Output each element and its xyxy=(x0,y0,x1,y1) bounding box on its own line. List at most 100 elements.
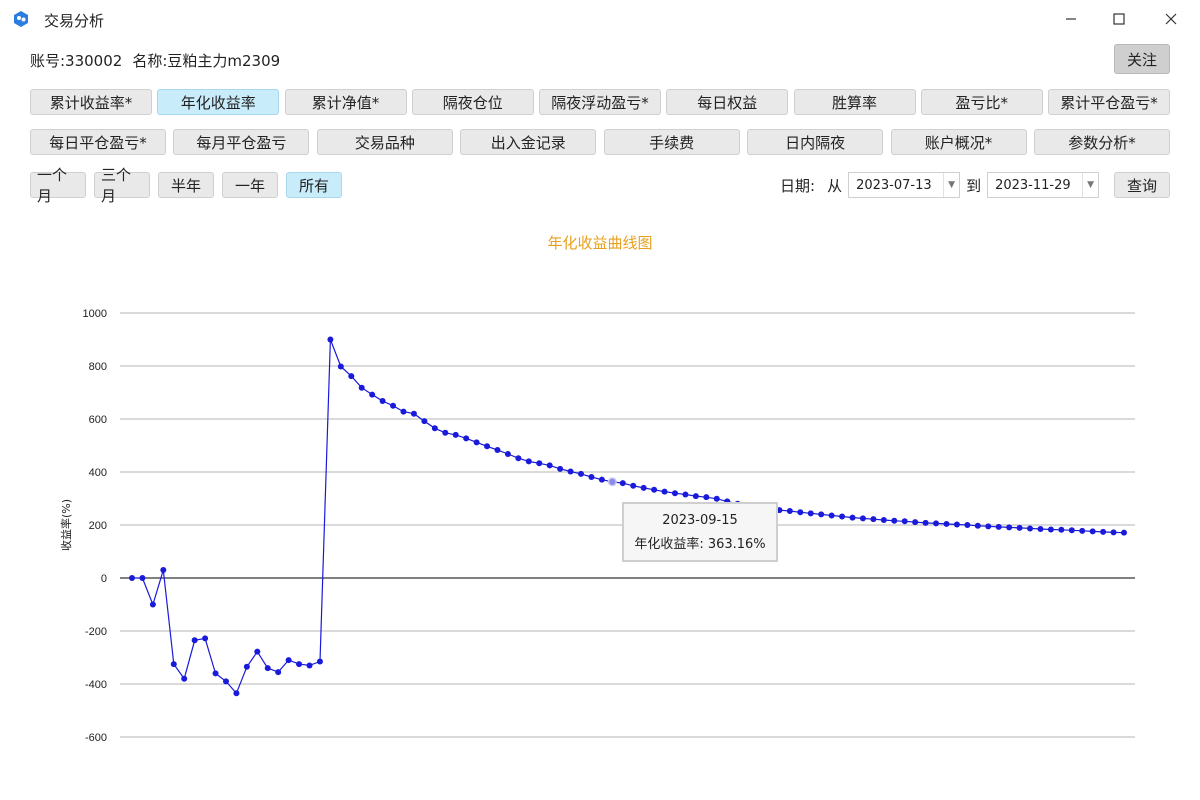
tab-trading-instruments[interactable]: 交易品种 xyxy=(316,129,453,155)
account-name: 名称:豆粕主力m2309 xyxy=(132,52,281,70)
data-point xyxy=(828,512,835,519)
chevron-down-icon[interactable]: ▼ xyxy=(1082,173,1098,197)
to-label: 到 xyxy=(966,176,982,195)
data-point xyxy=(222,678,229,685)
y-tick-label: -400 xyxy=(85,679,107,691)
data-point xyxy=(233,690,240,697)
tab-daily-closed-pnl[interactable]: 每日平仓盈亏* xyxy=(30,129,166,155)
data-point xyxy=(181,675,188,682)
y-tick-label: 1000 xyxy=(83,308,107,320)
range-three-months[interactable]: 三个月 xyxy=(94,166,150,205)
close-button[interactable] xyxy=(1146,0,1196,38)
data-point xyxy=(316,658,323,665)
y-tick-label: 400 xyxy=(89,467,107,479)
tab-monthly-closed-pnl[interactable]: 每月平仓盈亏 xyxy=(173,129,310,155)
data-point xyxy=(682,491,689,498)
range-all[interactable]: 所有 xyxy=(286,172,342,198)
data-point xyxy=(870,516,877,523)
data-point xyxy=(859,515,866,522)
data-point xyxy=(943,520,950,527)
data-point xyxy=(1037,525,1044,532)
data-point xyxy=(129,575,135,581)
tab-overnight-floating-pnl[interactable]: 隔夜浮动盈亏* xyxy=(539,89,661,115)
range-half-year[interactable]: 半年 xyxy=(158,172,214,198)
data-point xyxy=(306,662,313,669)
y-tick-label: -200 xyxy=(85,626,107,638)
data-point xyxy=(912,519,919,526)
tab-commission[interactable]: 手续费 xyxy=(603,129,740,155)
data-point xyxy=(264,665,271,672)
chart-tooltip: 2023-09-15 年化收益率: 363.16% xyxy=(622,502,778,562)
data-point xyxy=(818,511,825,518)
tab-cumulative-nav[interactable]: 累计净值* xyxy=(284,89,407,115)
data-point xyxy=(170,661,177,668)
tab-annualized-return[interactable]: 年化收益率 xyxy=(157,89,280,115)
data-point xyxy=(880,516,887,523)
data-point xyxy=(640,484,647,491)
tab-account-overview[interactable]: 账户概况* xyxy=(890,129,1027,155)
data-point xyxy=(358,384,365,391)
data-point xyxy=(713,495,720,502)
data-point xyxy=(995,523,1002,530)
chart-title: 年化收益曲线图 xyxy=(547,234,653,252)
data-point xyxy=(607,477,617,487)
data-point xyxy=(431,425,438,432)
close-icon xyxy=(1165,13,1177,25)
data-point xyxy=(671,490,678,497)
tab-deposit-withdrawal[interactable]: 出入金记录 xyxy=(460,129,597,155)
data-point xyxy=(901,518,908,525)
data-point xyxy=(598,476,605,483)
from-date-picker[interactable]: 2023-07-13 ▼ xyxy=(848,172,961,198)
data-point xyxy=(191,637,198,644)
data-point xyxy=(1110,529,1117,536)
chevron-down-icon[interactable]: ▼ xyxy=(943,173,959,197)
tab-daily-equity[interactable]: 每日权益 xyxy=(666,89,789,115)
data-point xyxy=(1047,526,1054,533)
app-logo-icon xyxy=(14,11,28,27)
data-point xyxy=(964,522,971,528)
range-one-year[interactable]: 一年 xyxy=(222,172,278,198)
title-bar: 交易分析 xyxy=(0,0,1200,38)
tab-cumulative-closed-pnl[interactable]: 累计平仓盈亏* xyxy=(1048,89,1170,115)
data-point xyxy=(630,482,637,489)
annualized-return-chart: 1000 800 600 400 200 0 -200 -400 -600 收益率(%) xyxy=(59,308,1135,744)
date-label: 日期: xyxy=(780,176,816,195)
data-point xyxy=(463,435,470,442)
y-tick-label: 600 xyxy=(89,414,107,426)
tab-intraday-overnight[interactable]: 日内隔夜 xyxy=(747,129,884,155)
minimize-button[interactable] xyxy=(1046,0,1096,38)
data-point xyxy=(786,507,793,514)
data-point xyxy=(1100,528,1107,535)
data-point xyxy=(525,458,532,465)
range-one-month[interactable]: 一个月 xyxy=(30,166,86,205)
maximize-button[interactable] xyxy=(1094,0,1144,38)
follow-button[interactable]: 关注 xyxy=(1114,44,1170,74)
tab-profit-loss-ratio[interactable]: 盈亏比* xyxy=(920,89,1043,115)
data-point xyxy=(400,408,407,415)
data-point xyxy=(546,462,553,469)
data-point xyxy=(1058,526,1065,533)
to-date-picker[interactable]: 2023-11-29 ▼ xyxy=(987,172,1100,198)
data-point xyxy=(254,648,261,655)
from-date-value: 2023-07-13 xyxy=(856,177,932,193)
data-point xyxy=(567,468,574,475)
tab-overnight-position[interactable]: 隔夜仓位 xyxy=(411,89,534,115)
data-point xyxy=(494,447,501,454)
tab-parameter-analysis[interactable]: 参数分析* xyxy=(1033,129,1170,155)
tooltip-value: 年化收益率: 363.16% xyxy=(634,536,766,552)
data-point xyxy=(515,455,522,462)
data-point xyxy=(692,493,699,500)
data-point xyxy=(327,336,334,343)
data-point xyxy=(390,402,397,409)
tab-win-rate[interactable]: 胜算率 xyxy=(793,89,916,115)
data-point xyxy=(410,410,417,417)
query-button[interactable]: 查询 xyxy=(1114,172,1170,198)
data-point xyxy=(651,486,658,493)
y-tick-label: 200 xyxy=(89,520,107,532)
data-point xyxy=(369,391,376,398)
data-point xyxy=(504,450,511,457)
data-point xyxy=(160,567,167,574)
data-point xyxy=(442,429,449,436)
data-point xyxy=(1027,525,1034,532)
tab-cumulative-return[interactable]: 累计收益率* xyxy=(30,89,152,115)
